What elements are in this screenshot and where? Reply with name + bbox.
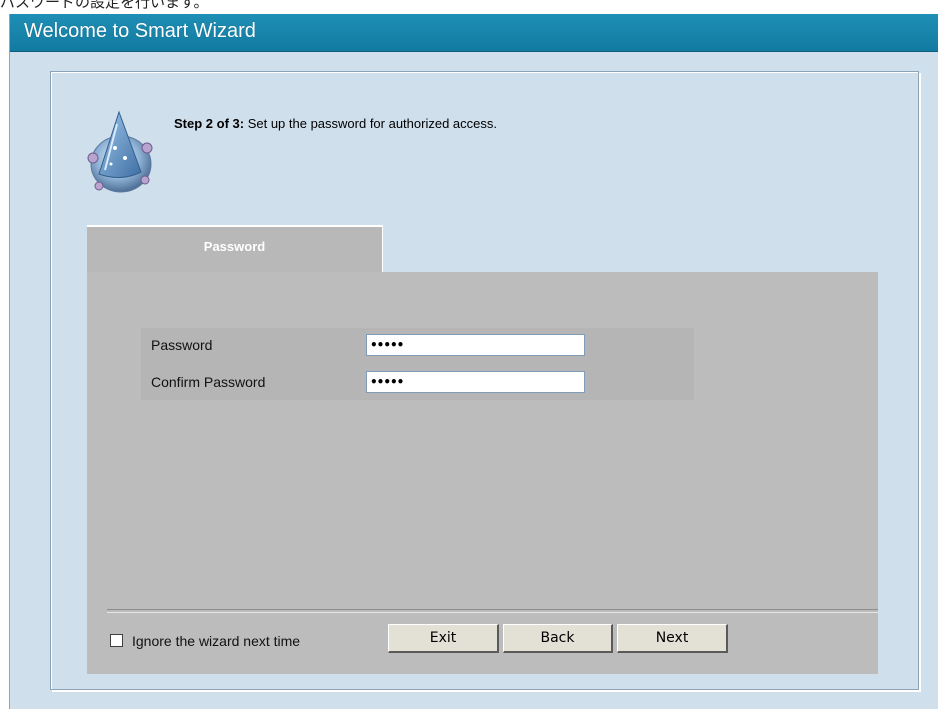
password-fields: Password Confirm Password [141, 328, 694, 400]
step-number: Step 2 of 3: [174, 116, 245, 131]
password-label: Password [151, 337, 213, 353]
title-bar: Welcome to Smart Wizard [10, 14, 938, 52]
ignore-wizard-label: Ignore the wizard next time [132, 633, 301, 649]
wizard-window: Welcome to Smart Wizard Step 2 of 3: Set… [9, 14, 938, 709]
tab-password[interactable]: Password [87, 225, 383, 273]
back-button[interactable]: Back [503, 624, 613, 653]
confirm-password-label: Confirm Password [151, 374, 266, 390]
confirm-password-input[interactable] [366, 371, 585, 393]
password-form: Password Confirm Password [87, 272, 878, 608]
step-text: Set up the password for authorized acces… [244, 116, 497, 131]
next-button[interactable]: Next [617, 624, 728, 653]
window-title: Welcome to Smart Wizard [24, 20, 256, 42]
wizard-panel: Step 2 of 3: Set up the password for aut… [50, 71, 919, 690]
step-instruction: Step 2 of 3: Set up the password for aut… [174, 116, 497, 131]
wizard-footer: Ignore the wizard next time Exit Back Ne… [87, 608, 878, 674]
password-input[interactable] [366, 334, 585, 356]
footer-divider [107, 609, 878, 613]
exit-button[interactable]: Exit [388, 624, 499, 653]
tab-password-label: Password [203, 239, 266, 254]
page-caption: パスワードの設定を行います。 [0, 0, 209, 11]
ignore-wizard-checkbox[interactable] [110, 634, 123, 647]
wizard-hat-icon [87, 110, 153, 193]
